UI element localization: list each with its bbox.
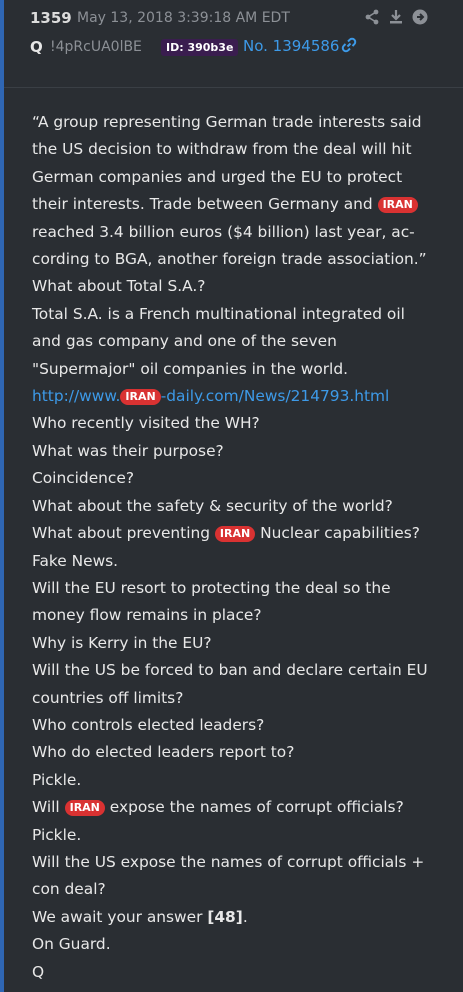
body-text: expose the names of corrupt officials? (104, 798, 404, 817)
body-line: and gas company and one of the seven (32, 332, 337, 351)
iran-tag[interactable]: IRAN (377, 197, 418, 214)
body-text: Will (32, 798, 65, 817)
body-line: Pickle. (32, 770, 82, 789)
poster-name: Q (30, 38, 43, 56)
left-accent-bar (0, 0, 4, 992)
body-text: Nuclear capabilities? (255, 524, 420, 543)
body-line: reached 3.4 billion euros ($4 billion) l… (32, 222, 415, 241)
body-line: the US decision to withdraw from the dea… (32, 140, 412, 159)
body-line: countries off limits? (32, 688, 184, 707)
share-icon[interactable] (363, 9, 381, 27)
iran-tag[interactable]: IRAN (120, 389, 161, 406)
body-line: Fake News. (32, 551, 119, 570)
download-icon[interactable] (387, 9, 405, 27)
body-line: cording to BGA, another foreign trade as… (32, 250, 427, 269)
post-number[interactable]: 1359 (30, 9, 72, 27)
body-text: We await your answer (32, 907, 208, 926)
iran-tag[interactable]: IRAN (214, 526, 256, 543)
body-text: their interests. Trade between Germany a… (32, 195, 378, 214)
body-line: What was their purpose? (32, 441, 224, 460)
body-line: Who controls elected leaders? (32, 715, 265, 734)
url-line: http://www. IRAN -daily.com/News/214793.ht… (32, 383, 427, 410)
body-line: their interests. Trade between Germany a… (32, 191, 427, 218)
body-line: Who do elected leaders report to? (32, 743, 295, 762)
body-line: Pickle. (32, 825, 82, 844)
header-divider (4, 87, 463, 88)
body-line: money flow remains in place? (32, 606, 262, 625)
body-line: German companies and urged the EU to pro… (32, 167, 403, 186)
body-text: . (242, 907, 248, 926)
body-line: Will the EU resort to protecting the dea… (32, 578, 391, 597)
body-text: What about preventing (32, 524, 215, 543)
body-line: What about Total S.A.? (32, 277, 206, 296)
body-line: Coincidence? (32, 469, 135, 488)
body-line: What about preventing IRAN Nuclear capab… (32, 520, 427, 547)
poster-id-badge[interactable]: ID: 390b3e (161, 39, 239, 56)
bold-reference: [48] (207, 907, 243, 926)
body-line: Total S.A. is a French multinational int… (32, 304, 405, 323)
body-line: On Guard. (32, 935, 111, 954)
body-line: Will the US expose the names of corrupt … (32, 852, 425, 871)
body-signature: Q (32, 962, 45, 981)
body-line: con deal? (32, 880, 106, 899)
body-line: We await your answer [48]. (32, 904, 427, 931)
url-suffix[interactable]: -daily.com/News/214793.html (161, 387, 390, 405)
body-line: Will IRAN expose the names of corrupt of… (32, 794, 427, 821)
body-line: "Supermajor" oil companies in the world. (32, 359, 348, 378)
post-header: 1359 May 13, 2018 3:39:18 AM EDT Q !4pRc… (4, 0, 463, 87)
link-icon[interactable] (341, 37, 357, 57)
post-body: “A group representing German trade inter… (32, 109, 428, 986)
url-prefix[interactable]: http://www. (32, 387, 120, 405)
body-line: Who recently visited the WH? (32, 414, 260, 433)
forward-icon[interactable] (411, 9, 429, 27)
body-line: What about the safety & security of the … (32, 496, 393, 515)
post-reply-link[interactable]: No. 1394586 (243, 37, 339, 55)
post-actions (363, 9, 429, 27)
tripcode: !4pRcUA0lBE (50, 39, 142, 55)
body-line: Why is Kerry in the EU? (32, 633, 212, 652)
iran-tag[interactable]: IRAN (64, 800, 105, 817)
body-line: Will the US be forced to ban and declare… (32, 661, 428, 680)
news-url-link[interactable]: http://www. IRAN -daily.com/News/214793.ht… (32, 387, 390, 406)
body-line: “A group representing German trade inter… (32, 113, 422, 131)
post-date: May 13, 2018 3:39:18 AM EDT (77, 10, 290, 26)
